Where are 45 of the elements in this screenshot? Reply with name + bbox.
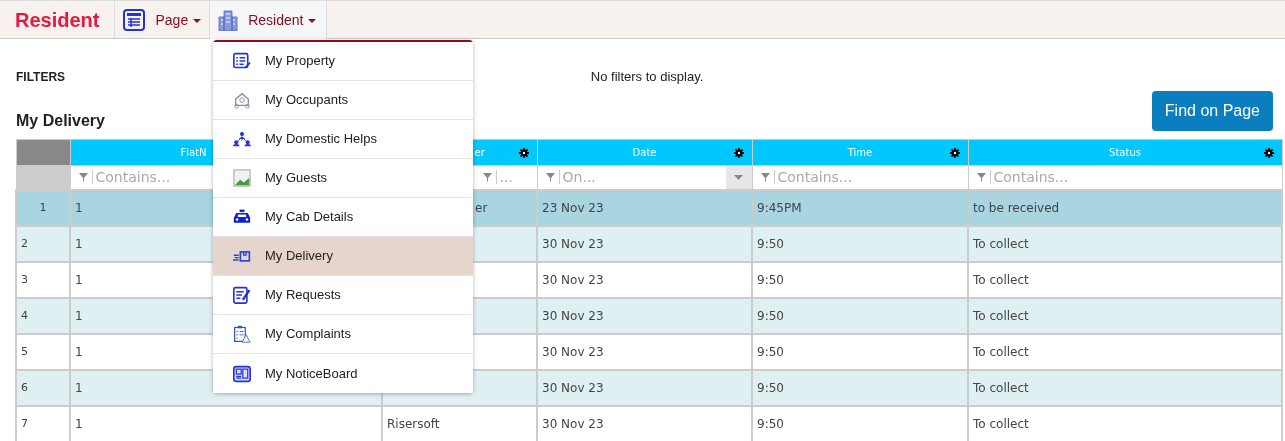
table-cell: 23 Nov 23 xyxy=(537,190,752,226)
table-icon xyxy=(123,9,146,31)
row-number[interactable]: 7 xyxy=(16,406,70,441)
table-cell: 30 Nov 23 xyxy=(537,298,752,334)
settings-icon[interactable] xyxy=(733,147,744,158)
row-number[interactable]: 1 xyxy=(16,190,70,226)
row-number[interactable]: 4 xyxy=(16,298,70,334)
menu-item[interactable]: My NoticeBoard xyxy=(213,354,473,393)
clipboard-icon xyxy=(233,323,251,345)
table-cell: 9:50 xyxy=(752,370,968,406)
menu-item[interactable]: My Complaints xyxy=(213,315,473,354)
menu-item[interactable]: My Domestic Helps xyxy=(213,120,473,159)
menu-item[interactable]: My Requests xyxy=(213,276,473,315)
filters-title: FILTERS xyxy=(16,68,66,86)
house-icon xyxy=(233,90,251,110)
table-cell: To collect xyxy=(968,298,1282,334)
form-icon xyxy=(233,284,251,306)
people-icon xyxy=(233,129,251,149)
menu-item[interactable]: My Delivery xyxy=(213,237,473,276)
app-brand[interactable]: Resident xyxy=(0,1,116,38)
list-icon xyxy=(233,51,251,71)
filter-icon xyxy=(545,172,555,182)
menu-item[interactable]: My Property xyxy=(213,42,473,81)
table-cell: 30 Nov 23 xyxy=(537,370,752,406)
menu-item[interactable]: My Occupants xyxy=(213,81,473,120)
row-number[interactable]: 2 xyxy=(16,226,70,262)
table-cell: to be received xyxy=(968,190,1282,226)
settings-icon[interactable] xyxy=(518,147,529,158)
section-title: My Delivery xyxy=(16,110,105,131)
table-cell: 30 Nov 23 xyxy=(537,226,752,262)
table-cell: To collect xyxy=(968,226,1282,262)
filters-message: No filters to display. xyxy=(590,69,704,84)
table-cell: To collect xyxy=(968,370,1282,406)
car-icon xyxy=(233,208,251,226)
table-cell: 9:50 xyxy=(752,226,968,262)
settings-icon[interactable] xyxy=(949,147,960,158)
row-number[interactable]: 6 xyxy=(16,370,70,406)
find-on-page-button[interactable]: Find on Page xyxy=(1151,90,1273,131)
noticeboard-icon xyxy=(233,363,251,384)
nav-menu[interactable]: Resident xyxy=(210,1,328,39)
settings-icon[interactable] xyxy=(1263,147,1274,158)
table-cell: 9:50 xyxy=(752,298,968,334)
table-cell: 9:45PM xyxy=(752,190,968,226)
menu-item[interactable]: My Cab Details xyxy=(213,198,473,237)
building-icon xyxy=(218,9,239,31)
